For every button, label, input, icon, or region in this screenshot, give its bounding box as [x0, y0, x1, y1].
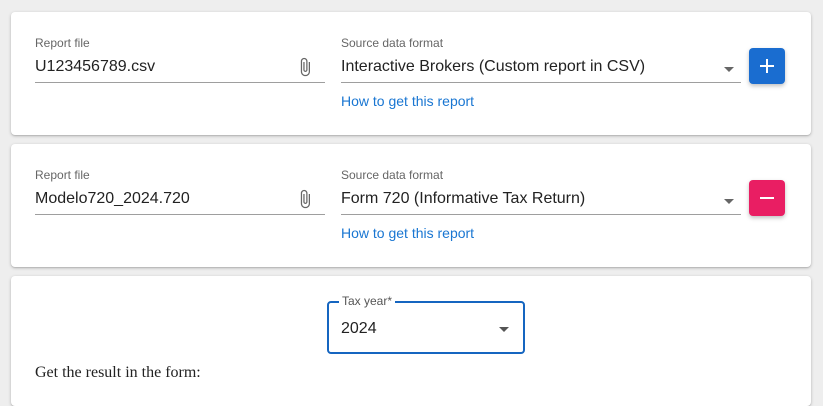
tax-year-select[interactable]: Tax year* 2024	[327, 294, 525, 354]
source-format-value[interactable]: Form 720 (Informative Tax Return)	[341, 190, 585, 208]
dropdown-arrow-icon[interactable]	[724, 67, 734, 72]
attach-file-icon[interactable]	[295, 188, 315, 210]
input-underline	[35, 82, 325, 83]
report-card-1: Report file U123456789.csv Source data f…	[11, 12, 811, 135]
how-to-get-report-link[interactable]: How to get this report	[341, 225, 474, 241]
plus-icon	[760, 59, 774, 73]
input-underline	[35, 214, 325, 215]
result-form-heading: Get the result in the form:	[35, 364, 201, 381]
report-file-value[interactable]: Modelo720_2024.720	[35, 190, 190, 208]
report-file-label: Report file	[35, 36, 90, 50]
minus-icon	[760, 197, 774, 199]
select-underline	[341, 214, 741, 215]
source-format-label: Source data format	[341, 36, 444, 50]
remove-report-button[interactable]	[749, 180, 785, 216]
source-format-select[interactable]: Source data format Interactive Brokers (…	[341, 36, 741, 86]
source-format-value[interactable]: Interactive Brokers (Custom report in CS…	[341, 58, 645, 76]
dropdown-arrow-icon[interactable]	[724, 199, 734, 204]
source-format-label: Source data format	[341, 168, 444, 182]
report-file-input[interactable]: Report file U123456789.csv	[35, 36, 325, 86]
tax-year-value[interactable]: 2024	[341, 320, 377, 338]
source-format-select[interactable]: Source data format Form 720 (Informative…	[341, 168, 741, 218]
tax-year-label: Tax year*	[339, 294, 396, 308]
add-report-button[interactable]	[749, 48, 785, 84]
report-card-2: Report file Modelo720_2024.720 Source da…	[11, 144, 811, 267]
report-file-input[interactable]: Report file Modelo720_2024.720	[35, 168, 325, 218]
how-to-get-report-link[interactable]: How to get this report	[341, 93, 474, 109]
report-file-value[interactable]: U123456789.csv	[35, 58, 155, 76]
settings-card: Tax year* 2024 Get the result in the for…	[11, 276, 811, 406]
select-underline	[341, 82, 741, 83]
attach-file-icon[interactable]	[295, 56, 315, 78]
report-file-label: Report file	[35, 168, 90, 182]
dropdown-arrow-icon[interactable]	[499, 327, 509, 332]
